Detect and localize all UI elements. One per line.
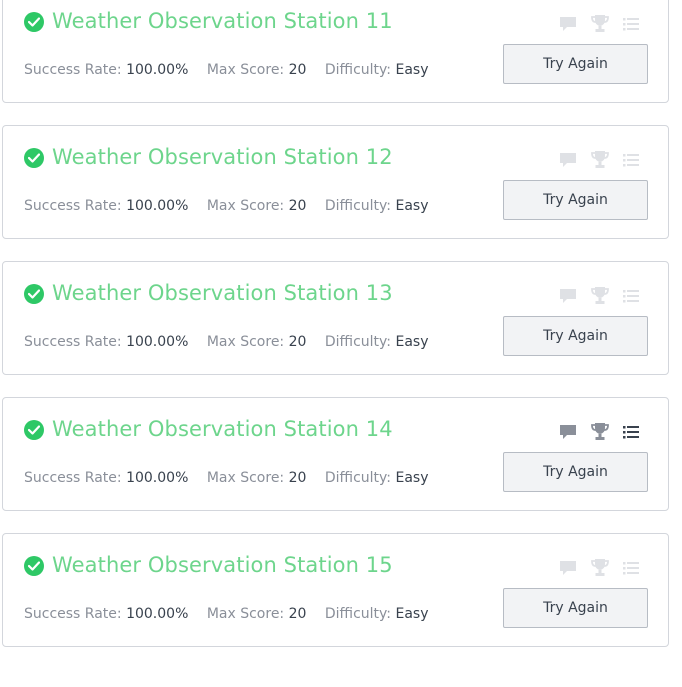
max-score-value: 20 — [288, 470, 307, 486]
solved-check-icon — [24, 420, 44, 440]
success-rate-value: 100.00% — [126, 470, 189, 486]
max-score-label: Max Score: — [206, 198, 285, 214]
challenge-title-link[interactable]: Weather Observation Station 13 — [52, 281, 393, 305]
challenge-stats: Success Rate: 100.00% Max Score: 20 Diff… — [24, 62, 429, 78]
success-rate-label: Success Rate: — [24, 606, 122, 622]
max-score-label: Max Score: — [206, 334, 285, 350]
leaderboard-trophy-icon[interactable] — [590, 422, 610, 441]
challenge-card: Weather Observation Station 15 Success R… — [2, 533, 669, 647]
try-again-button[interactable]: Try Again — [503, 588, 648, 628]
challenge-title-link[interactable]: Weather Observation Station 12 — [52, 145, 393, 169]
max-score-value: 20 — [288, 62, 307, 78]
max-score-value: 20 — [288, 198, 307, 214]
success-rate-value: 100.00% — [126, 62, 189, 78]
editorial-list-icon[interactable] — [623, 425, 639, 439]
discussion-icon[interactable] — [559, 288, 577, 304]
challenge-stats: Success Rate: 100.00% Max Score: 20 Diff… — [24, 606, 429, 622]
try-again-button[interactable]: Try Again — [503, 180, 648, 220]
challenge-stats: Success Rate: 100.00% Max Score: 20 Diff… — [24, 334, 429, 350]
editorial-list-icon[interactable] — [623, 17, 639, 31]
challenge-actions — [559, 558, 639, 577]
leaderboard-trophy-icon[interactable] — [590, 150, 610, 169]
challenge-stats: Success Rate: 100.00% Max Score: 20 Diff… — [24, 198, 429, 214]
challenge-card: Weather Observation Station 14 Success R… — [2, 397, 669, 511]
difficulty-value: Easy — [395, 334, 429, 350]
solved-check-icon — [24, 12, 44, 32]
difficulty-label: Difficulty: — [324, 334, 392, 350]
challenge-card: Weather Observation Station 12 Success R… — [2, 125, 669, 239]
leaderboard-trophy-icon[interactable] — [590, 286, 610, 305]
success-rate-label: Success Rate: — [24, 62, 122, 78]
difficulty-value: Easy — [395, 62, 429, 78]
challenge-title-link[interactable]: Weather Observation Station 14 — [52, 417, 393, 441]
discussion-icon[interactable] — [559, 152, 577, 168]
max-score-label: Max Score: — [206, 62, 285, 78]
max-score-label: Max Score: — [206, 606, 285, 622]
solved-check-icon — [24, 284, 44, 304]
difficulty-value: Easy — [395, 198, 429, 214]
difficulty-label: Difficulty: — [324, 470, 392, 486]
solved-check-icon — [24, 148, 44, 168]
discussion-icon[interactable] — [559, 424, 577, 440]
difficulty-label: Difficulty: — [324, 62, 392, 78]
success-rate-value: 100.00% — [126, 606, 189, 622]
solved-check-icon — [24, 556, 44, 576]
success-rate-label: Success Rate: — [24, 334, 122, 350]
try-again-button[interactable]: Try Again — [503, 452, 648, 492]
success-rate-value: 100.00% — [126, 334, 189, 350]
challenge-actions — [559, 286, 639, 305]
success-rate-label: Success Rate: — [24, 470, 122, 486]
leaderboard-trophy-icon[interactable] — [590, 558, 610, 577]
try-again-button[interactable]: Try Again — [503, 316, 648, 356]
challenge-actions — [559, 422, 639, 441]
success-rate-value: 100.00% — [126, 198, 189, 214]
challenge-actions — [559, 150, 639, 169]
editorial-list-icon[interactable] — [623, 561, 639, 575]
discussion-icon[interactable] — [559, 16, 577, 32]
difficulty-value: Easy — [395, 606, 429, 622]
challenge-title-link[interactable]: Weather Observation Station 15 — [52, 553, 393, 577]
difficulty-label: Difficulty: — [324, 198, 392, 214]
success-rate-label: Success Rate: — [24, 198, 122, 214]
try-again-button[interactable]: Try Again — [503, 44, 648, 84]
editorial-list-icon[interactable] — [623, 289, 639, 303]
max-score-value: 20 — [288, 606, 307, 622]
challenge-card: Weather Observation Station 11 Success R… — [2, 0, 669, 103]
max-score-label: Max Score: — [206, 470, 285, 486]
max-score-value: 20 — [288, 334, 307, 350]
leaderboard-trophy-icon[interactable] — [590, 14, 610, 33]
difficulty-label: Difficulty: — [324, 606, 392, 622]
challenge-stats: Success Rate: 100.00% Max Score: 20 Diff… — [24, 470, 429, 486]
difficulty-value: Easy — [395, 470, 429, 486]
editorial-list-icon[interactable] — [623, 153, 639, 167]
challenge-card: Weather Observation Station 13 Success R… — [2, 261, 669, 375]
challenge-actions — [559, 14, 639, 33]
discussion-icon[interactable] — [559, 560, 577, 576]
challenge-title-link[interactable]: Weather Observation Station 11 — [52, 9, 393, 33]
